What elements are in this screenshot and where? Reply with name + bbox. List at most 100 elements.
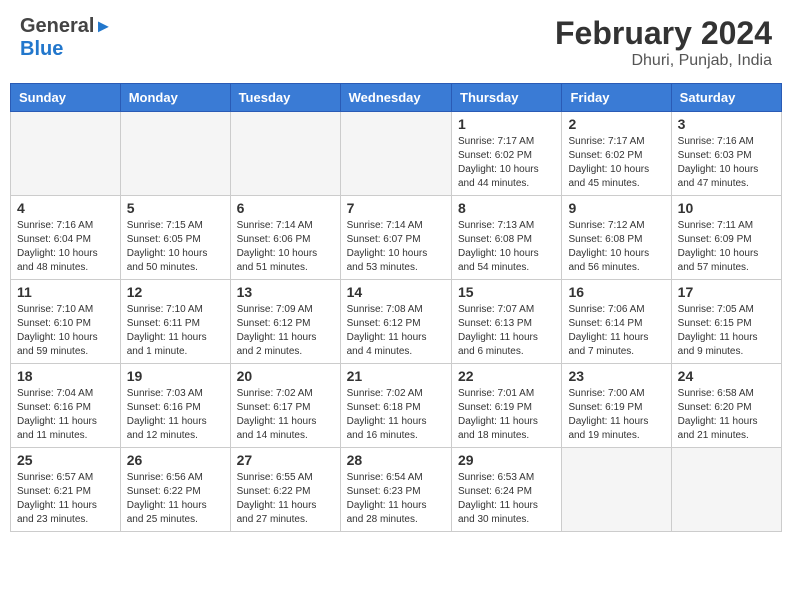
day-info: Sunrise: 7:12 AM Sunset: 6:08 PM Dayligh… <box>568 219 664 275</box>
calendar-week-row: 25Sunrise: 6:57 AM Sunset: 6:21 PM Dayli… <box>11 448 782 532</box>
day-info: Sunrise: 7:02 AM Sunset: 6:17 PM Dayligh… <box>237 387 334 443</box>
table-row: 27 Sunrise: 6:55 AM Sunset: 6:22 PM Dayli… <box>230 448 340 532</box>
table-row: 25Sunrise: 6:57 AM Sunset: 6:21 PM Dayli… <box>11 448 121 532</box>
table-row: 14Sunrise: 7:08 AM Sunset: 6:12 PM Dayli… <box>340 280 451 364</box>
header-tuesday: Tuesday <box>230 84 340 112</box>
day-number: 24 <box>678 368 775 384</box>
calendar-table: Sunday Monday Tuesday Wednesday Thursday… <box>10 83 782 532</box>
table-row: 19 Sunrise: 7:03 AM Sunset: 6:16 PM Dayli… <box>120 364 230 448</box>
day-info: Sunrise: 7:14 AM Sunset: 6:07 PM Dayligh… <box>347 219 445 275</box>
calendar-week-row: 18 Sunrise: 7:04 AM Sunset: 6:16 PM Dayli… <box>11 364 782 448</box>
day-number: 1 <box>458 116 555 132</box>
table-row: 5 Sunrise: 7:15 AM Sunset: 6:05 PM Daylig… <box>120 196 230 280</box>
day-number: 16 <box>568 284 664 300</box>
day-info: Sunrise: 7:13 AM Sunset: 6:08 PM Dayligh… <box>458 219 555 275</box>
header-thursday: Thursday <box>452 84 562 112</box>
logo-bird-icon: ► <box>94 16 112 36</box>
table-row <box>340 112 451 196</box>
day-number: 28 <box>347 452 445 468</box>
day-info: Sunrise: 7:00 AM Sunset: 6:19 PM Dayligh… <box>568 387 664 443</box>
table-row: 3Sunrise: 7:16 AM Sunset: 6:03 PM Daylig… <box>671 112 781 196</box>
header-saturday: Saturday <box>671 84 781 112</box>
logo-blue: Blue <box>20 38 63 60</box>
day-number: 23 <box>568 368 664 384</box>
day-number: 26 <box>127 452 224 468</box>
day-info: Sunrise: 6:58 AM Sunset: 6:20 PM Dayligh… <box>678 387 775 443</box>
table-row: 22 Sunrise: 7:01 AM Sunset: 6:19 PM Dayli… <box>452 364 562 448</box>
table-row: 1 Sunrise: 7:17 AM Sunset: 6:02 PM Daylig… <box>452 112 562 196</box>
calendar-week-row: 1 Sunrise: 7:17 AM Sunset: 6:02 PM Daylig… <box>11 112 782 196</box>
table-row: 2Sunrise: 7:17 AM Sunset: 6:02 PM Daylig… <box>562 112 671 196</box>
table-row <box>230 112 340 196</box>
day-info: Sunrise: 6:55 AM Sunset: 6:22 PM Dayligh… <box>237 471 334 527</box>
day-number: 15 <box>458 284 555 300</box>
day-info: Sunrise: 6:54 AM Sunset: 6:23 PM Dayligh… <box>347 471 445 527</box>
day-info: Sunrise: 7:16 AM Sunset: 6:03 PM Dayligh… <box>678 135 775 191</box>
header-friday: Friday <box>562 84 671 112</box>
day-number: 7 <box>347 200 445 216</box>
location: Dhuri, Punjab, India <box>555 52 772 70</box>
day-number: 29 <box>458 452 555 468</box>
day-number: 22 <box>458 368 555 384</box>
table-row: 9 Sunrise: 7:12 AM Sunset: 6:08 PM Daylig… <box>562 196 671 280</box>
day-info: Sunrise: 7:09 AM Sunset: 6:12 PM Dayligh… <box>237 303 334 359</box>
day-info: Sunrise: 7:07 AM Sunset: 6:13 PM Dayligh… <box>458 303 555 359</box>
table-row: 10Sunrise: 7:11 AM Sunset: 6:09 PM Dayli… <box>671 196 781 280</box>
day-number: 9 <box>568 200 664 216</box>
day-info: Sunrise: 7:01 AM Sunset: 6:19 PM Dayligh… <box>458 387 555 443</box>
table-row: 20 Sunrise: 7:02 AM Sunset: 6:17 PM Dayli… <box>230 364 340 448</box>
day-number: 27 <box>237 452 334 468</box>
day-info: Sunrise: 7:16 AM Sunset: 6:04 PM Dayligh… <box>17 219 114 275</box>
day-info: Sunrise: 7:02 AM Sunset: 6:18 PM Dayligh… <box>347 387 445 443</box>
day-info: Sunrise: 6:53 AM Sunset: 6:24 PM Dayligh… <box>458 471 555 527</box>
month-title: February 2024 <box>555 15 772 52</box>
day-number: 18 <box>17 368 114 384</box>
table-row: 24 Sunrise: 6:58 AM Sunset: 6:20 PM Dayli… <box>671 364 781 448</box>
table-row <box>562 448 671 532</box>
table-row: 6Sunrise: 7:14 AM Sunset: 6:06 PM Daylig… <box>230 196 340 280</box>
table-row: 21 Sunrise: 7:02 AM Sunset: 6:18 PM Dayli… <box>340 364 451 448</box>
day-number: 12 <box>127 284 224 300</box>
table-row <box>120 112 230 196</box>
table-row: 8Sunrise: 7:13 AM Sunset: 6:08 PM Daylig… <box>452 196 562 280</box>
day-number: 11 <box>17 284 114 300</box>
day-info: Sunrise: 6:57 AM Sunset: 6:21 PM Dayligh… <box>17 471 114 527</box>
day-info: Sunrise: 7:06 AM Sunset: 6:14 PM Dayligh… <box>568 303 664 359</box>
table-row <box>11 112 121 196</box>
day-info: Sunrise: 7:03 AM Sunset: 6:16 PM Dayligh… <box>127 387 224 443</box>
table-row: 7 Sunrise: 7:14 AM Sunset: 6:07 PM Daylig… <box>340 196 451 280</box>
calendar-week-row: 11Sunrise: 7:10 AM Sunset: 6:10 PM Dayli… <box>11 280 782 364</box>
weekday-header-row: Sunday Monday Tuesday Wednesday Thursday… <box>11 84 782 112</box>
table-row: 11Sunrise: 7:10 AM Sunset: 6:10 PM Dayli… <box>11 280 121 364</box>
day-number: 4 <box>17 200 114 216</box>
table-row: 29 Sunrise: 6:53 AM Sunset: 6:24 PM Dayli… <box>452 448 562 532</box>
day-number: 5 <box>127 200 224 216</box>
table-row: 26Sunrise: 6:56 AM Sunset: 6:22 PM Dayli… <box>120 448 230 532</box>
day-info: Sunrise: 7:15 AM Sunset: 6:05 PM Dayligh… <box>127 219 224 275</box>
day-number: 2 <box>568 116 664 132</box>
table-row: 23 Sunrise: 7:00 AM Sunset: 6:19 PM Dayli… <box>562 364 671 448</box>
day-info: Sunrise: 7:05 AM Sunset: 6:15 PM Dayligh… <box>678 303 775 359</box>
day-number: 19 <box>127 368 224 384</box>
day-info: Sunrise: 7:10 AM Sunset: 6:11 PM Dayligh… <box>127 303 224 359</box>
header-sunday: Sunday <box>11 84 121 112</box>
page-header: General► Blue February 2024 Dhuri, Punja… <box>10 10 782 75</box>
logo-general: General <box>20 15 94 37</box>
day-info: Sunrise: 7:04 AM Sunset: 6:16 PM Dayligh… <box>17 387 114 443</box>
day-number: 20 <box>237 368 334 384</box>
table-row: 13 Sunrise: 7:09 AM Sunset: 6:12 PM Dayli… <box>230 280 340 364</box>
day-info: Sunrise: 7:08 AM Sunset: 6:12 PM Dayligh… <box>347 303 445 359</box>
table-row: 17Sunrise: 7:05 AM Sunset: 6:15 PM Dayli… <box>671 280 781 364</box>
table-row <box>671 448 781 532</box>
day-info: Sunrise: 7:17 AM Sunset: 6:02 PM Dayligh… <box>458 135 555 191</box>
title-area: February 2024 Dhuri, Punjab, India <box>555 15 772 70</box>
table-row: 4 Sunrise: 7:16 AM Sunset: 6:04 PM Daylig… <box>11 196 121 280</box>
calendar-week-row: 4 Sunrise: 7:16 AM Sunset: 6:04 PM Daylig… <box>11 196 782 280</box>
table-row: 15 Sunrise: 7:07 AM Sunset: 6:13 PM Dayli… <box>452 280 562 364</box>
day-number: 21 <box>347 368 445 384</box>
table-row: 18 Sunrise: 7:04 AM Sunset: 6:16 PM Dayli… <box>11 364 121 448</box>
logo: General► Blue <box>20 15 112 61</box>
day-number: 13 <box>237 284 334 300</box>
day-info: Sunrise: 7:14 AM Sunset: 6:06 PM Dayligh… <box>237 219 334 275</box>
day-number: 10 <box>678 200 775 216</box>
